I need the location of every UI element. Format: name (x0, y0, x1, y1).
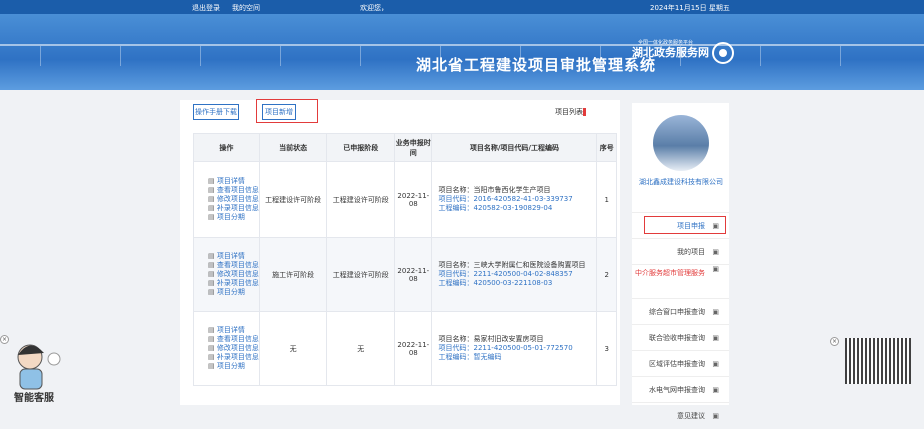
col-status: 当前状态 (258, 133, 328, 162)
sidebar-menu: 项目申报 我的项目 中介服务超市管理服务 综合窗口申报查询 联合验收申报查询 区… (632, 212, 729, 429)
stage-cell: 工程建设许可阶段 (326, 161, 396, 238)
project-code[interactable]: 项目代码：2211-420500-04-02-848357 (438, 270, 596, 279)
company-avatar (653, 115, 709, 171)
col-stage: 已申报阶段 (326, 133, 396, 162)
date-text: 2024年11月15日 星期五 (650, 4, 730, 12)
col-time: 业务申报时间 (394, 133, 433, 162)
welcome-text: 欢迎您， (360, 4, 388, 12)
no-cell: 3 (596, 311, 617, 386)
mascot-caption: 智能客服 (14, 393, 54, 404)
project-name: 项目名称：当阳市鲁西化学生产项目 (438, 186, 551, 194)
op-link[interactable]: 修改项目信息 (194, 270, 259, 279)
project-name: 项目名称：三峡大学附属仁和医院设备购置项目 (438, 261, 586, 269)
no-cell: 1 (596, 161, 617, 238)
status-cell: 施工许可阶段 (258, 237, 328, 312)
col-no: 序号 (596, 133, 617, 162)
time-cell: 2022-11-08 (394, 237, 433, 312)
op-link[interactable]: 项目详情 (194, 177, 259, 186)
sidebar-item-region-query[interactable]: 区域评估申报查询 (632, 350, 729, 377)
engineering-code: 工程编码：暂无编码 (438, 353, 502, 361)
op-link[interactable]: 查看项目信息 (194, 186, 259, 195)
op-link[interactable]: 修改项目信息 (194, 195, 259, 204)
status-cell: 工程建设许可阶段 (258, 161, 328, 238)
no-cell: 2 (596, 237, 617, 312)
op-link[interactable]: 项目详情 (194, 326, 259, 335)
logout-link[interactable]: 退出登录 (192, 3, 220, 13)
op-link[interactable]: 项目分期 (194, 362, 259, 371)
project-code[interactable]: 项目代码：2211-420500-05-01-772570 (438, 344, 596, 353)
company-name: 湖北鑫成建设科技有限公司 (639, 178, 723, 186)
help-download-button[interactable]: 操作手册下载 (193, 104, 239, 120)
declare-highlight (644, 216, 726, 234)
mascot-icon (17, 344, 61, 390)
name-cell: 项目名称：三峡大学附属仁和医院设备购置项目 项目代码：2211-420500-0… (431, 237, 598, 312)
tab-label: 项目列表 (555, 108, 583, 116)
op-link[interactable]: 项目分期 (194, 288, 259, 297)
ops-cell: 项目详情 查看项目信息 修改项目信息 补录项目信息 项目分期 (193, 311, 260, 386)
project-name: 项目名称：易家村旧改安置房项目 (438, 335, 544, 343)
system-title: 湖北省工程建设项目审批管理系统 (416, 56, 657, 74)
op-link[interactable]: 修改项目信息 (194, 344, 259, 353)
op-link[interactable]: 项目详情 (194, 252, 259, 261)
op-link[interactable]: 补录项目信息 (194, 279, 259, 288)
sidebar-item-agency-market[interactable]: 中介服务超市管理服务 (632, 264, 729, 298)
col-ops: 操作 (193, 133, 260, 162)
customer-service-mascot[interactable]: 智能客服 (0, 335, 70, 405)
sidebar-item-feedback[interactable]: 意见建议 (632, 402, 729, 429)
close-mascot-icon[interactable]: × (0, 335, 9, 344)
top-bar: 退出登录 我的空间 欢迎您， 2024年11月15日 星期五 (0, 0, 924, 14)
sidebar-item-utility-query[interactable]: 水电气网申报查询 (632, 376, 729, 403)
close-qr-icon[interactable]: × (830, 337, 839, 346)
engineering-code: 工程编码：420500-03-221108-03 (438, 279, 553, 287)
ops-cell: 项目详情 查看项目信息 修改项目信息 补录项目信息 项目分期 (193, 237, 260, 312)
tab-project-list[interactable]: 项目列表 (555, 107, 590, 117)
sidebar-item-window-query[interactable]: 综合窗口申报查询 (632, 298, 729, 325)
add-button-highlight (256, 99, 318, 123)
header-banner: 全国一体化政务服务平台 湖北政务服务网 湖北省工程建设项目审批管理系统 (0, 14, 924, 90)
table-row: 项目详情 查看项目信息 修改项目信息 补录项目信息 项目分期 工程建设许可阶段 … (193, 161, 617, 238)
project-table: 操作 当前状态 已申报阶段 业务申报时间 项目名称/项目代码/工程编码 序号 项… (193, 133, 617, 386)
op-link[interactable]: 项目分期 (194, 213, 259, 222)
my-space-link[interactable]: 我的空间 (232, 3, 260, 13)
op-link[interactable]: 查看项目信息 (194, 335, 259, 344)
name-cell: 项目名称：当阳市鲁西化学生产项目 项目代码：2016-420582-41-03-… (431, 161, 598, 238)
table-row: 项目详情 查看项目信息 修改项目信息 补录项目信息 项目分期 无 无 2022-… (193, 311, 617, 386)
time-cell: 2022-11-08 (394, 161, 433, 238)
op-link[interactable]: 查看项目信息 (194, 261, 259, 270)
stage-cell: 无 (326, 311, 396, 386)
sidebar-item-my-projects[interactable]: 我的项目 (632, 238, 729, 265)
op-link[interactable]: 补录项目信息 (194, 353, 259, 362)
table-row: 项目详情 查看项目信息 修改项目信息 补录项目信息 项目分期 施工许可阶段 工程… (193, 237, 617, 312)
name-cell: 项目名称：易家村旧改安置房项目 项目代码：2211-420500-05-01-7… (431, 311, 598, 386)
engineering-code: 工程编码：420582-03-190829-04 (438, 204, 553, 212)
stage-cell: 工程建设许可阶段 (326, 237, 396, 312)
sidebar-item-acceptance-query[interactable]: 联合验收申报查询 (632, 324, 729, 351)
time-cell: 2022-11-08 (394, 311, 433, 386)
op-link[interactable]: 补录项目信息 (194, 204, 259, 213)
site-logo-icon (712, 42, 734, 64)
project-code[interactable]: 项目代码：2016-420582-41-03-339737 (438, 195, 596, 204)
qr-code (845, 338, 911, 384)
status-cell: 无 (258, 311, 328, 386)
ops-cell: 项目详情 查看项目信息 修改项目信息 补录项目信息 项目分期 (193, 161, 260, 238)
col-name: 项目名称/项目代码/工程编码 (431, 133, 598, 162)
